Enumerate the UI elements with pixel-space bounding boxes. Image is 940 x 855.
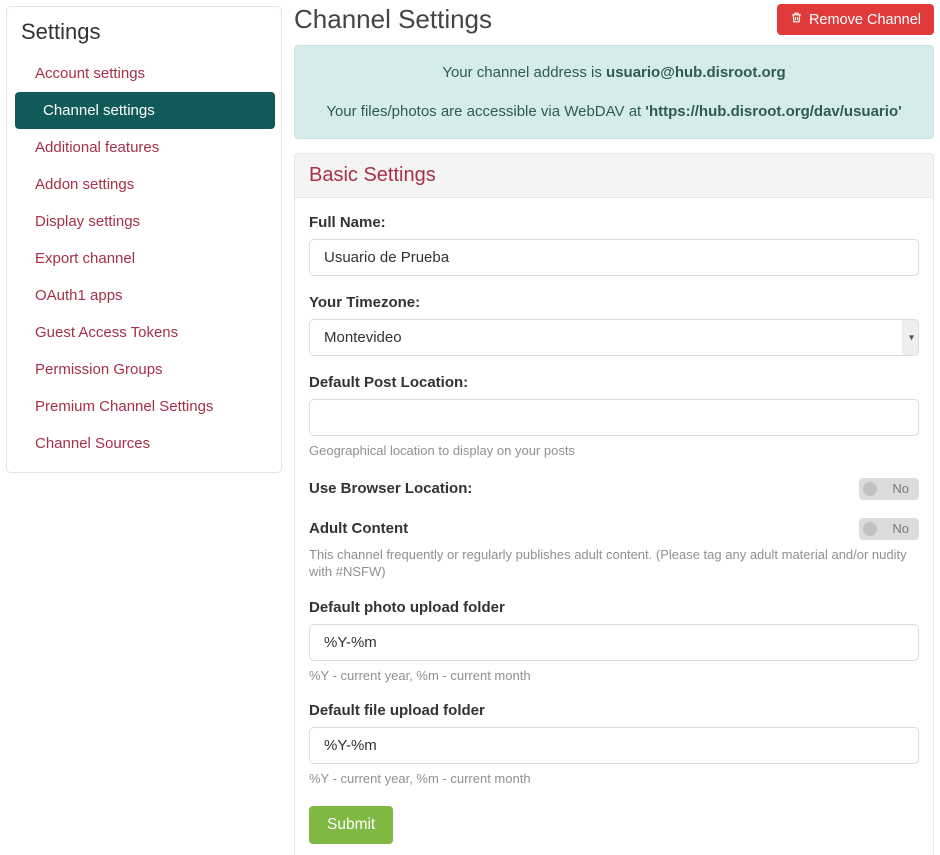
info-line1-text: Your channel address is bbox=[442, 64, 606, 81]
photo-folder-help: %Y - current year, %m - current month bbox=[309, 667, 919, 685]
sidebar-item-guest-access-tokens[interactable]: Guest Access Tokens bbox=[7, 314, 281, 351]
toggle-knob bbox=[863, 482, 877, 496]
sidebar-item-label[interactable]: Addon settings bbox=[7, 166, 281, 203]
sidebar-title: Settings bbox=[7, 7, 281, 55]
file-folder-label: Default file upload folder bbox=[309, 702, 919, 719]
timezone-select[interactable]: Montevideo bbox=[309, 319, 919, 356]
adult-content-label: Adult Content bbox=[309, 520, 408, 537]
browser-location-label: Use Browser Location: bbox=[309, 480, 472, 497]
sidebar-item-account-settings[interactable]: Account settings bbox=[7, 55, 281, 92]
channel-info-box: Your channel address is usuario@hub.disr… bbox=[294, 45, 934, 139]
sidebar-item-label[interactable]: Channel Sources bbox=[7, 425, 281, 462]
sidebar-item-label[interactable]: Channel settings bbox=[15, 92, 275, 129]
sidebar-item-label[interactable]: Account settings bbox=[7, 55, 281, 92]
sidebar-item-channel-sources[interactable]: Channel Sources bbox=[7, 425, 281, 462]
post-location-help: Geographical location to display on your… bbox=[309, 442, 919, 460]
sidebar-item-display-settings[interactable]: Display settings bbox=[7, 203, 281, 240]
page-title: Channel Settings bbox=[294, 4, 492, 35]
timezone-label: Your Timezone: bbox=[309, 294, 919, 311]
file-folder-input[interactable] bbox=[309, 727, 919, 764]
adult-content-toggle[interactable]: No bbox=[859, 518, 919, 540]
main-content: Channel Settings Remove Channel Your cha… bbox=[288, 0, 940, 855]
submit-button[interactable]: Submit bbox=[309, 806, 393, 844]
remove-channel-label: Remove Channel bbox=[809, 12, 921, 28]
sidebar-item-label[interactable]: OAuth1 apps bbox=[7, 277, 281, 314]
sidebar-item-label[interactable]: Premium Channel Settings bbox=[7, 388, 281, 425]
sidebar-nav: Account settingsChannel settingsAddition… bbox=[7, 55, 281, 472]
sidebar-item-permission-groups[interactable]: Permission Groups bbox=[7, 351, 281, 388]
sidebar-item-premium-channel-settings[interactable]: Premium Channel Settings bbox=[7, 388, 281, 425]
webdav-url: 'https://hub.disroot.org/dav/usuario' bbox=[645, 103, 901, 120]
sidebar-item-export-channel[interactable]: Export channel bbox=[7, 240, 281, 277]
sidebar-item-channel-settings[interactable]: Channel settings bbox=[7, 92, 281, 129]
settings-sidebar: Settings Account settingsChannel setting… bbox=[6, 6, 282, 473]
info-line2-text: Your files/photos are accessible via Web… bbox=[326, 103, 645, 120]
toggle-knob bbox=[863, 522, 877, 536]
sidebar-item-label[interactable]: Permission Groups bbox=[7, 351, 281, 388]
section-basic-settings: Basic Settings bbox=[294, 153, 934, 198]
sidebar-item-label[interactable]: Additional features bbox=[7, 129, 281, 166]
full-name-label: Full Name: bbox=[309, 214, 919, 231]
sidebar-item-additional-features[interactable]: Additional features bbox=[7, 129, 281, 166]
channel-address: usuario@hub.disroot.org bbox=[606, 64, 786, 81]
full-name-input[interactable] bbox=[309, 239, 919, 276]
adult-content-help: This channel frequently or regularly pub… bbox=[309, 546, 919, 581]
remove-channel-button[interactable]: Remove Channel bbox=[777, 4, 934, 35]
sidebar-item-label[interactable]: Export channel bbox=[7, 240, 281, 277]
browser-location-toggle[interactable]: No bbox=[859, 478, 919, 500]
post-location-input[interactable] bbox=[309, 399, 919, 436]
trash-icon bbox=[790, 11, 803, 28]
photo-folder-input[interactable] bbox=[309, 624, 919, 661]
basic-settings-body: Full Name: Your Timezone: Montevideo ▾ D… bbox=[294, 198, 934, 855]
browser-location-state: No bbox=[892, 481, 909, 496]
photo-folder-label: Default photo upload folder bbox=[309, 599, 919, 616]
sidebar-item-label[interactable]: Guest Access Tokens bbox=[7, 314, 281, 351]
sidebar-item-addon-settings[interactable]: Addon settings bbox=[7, 166, 281, 203]
adult-content-state: No bbox=[892, 521, 909, 536]
sidebar-item-oauth1-apps[interactable]: OAuth1 apps bbox=[7, 277, 281, 314]
file-folder-help: %Y - current year, %m - current month bbox=[309, 770, 919, 788]
post-location-label: Default Post Location: bbox=[309, 374, 919, 391]
sidebar-item-label[interactable]: Display settings bbox=[7, 203, 281, 240]
